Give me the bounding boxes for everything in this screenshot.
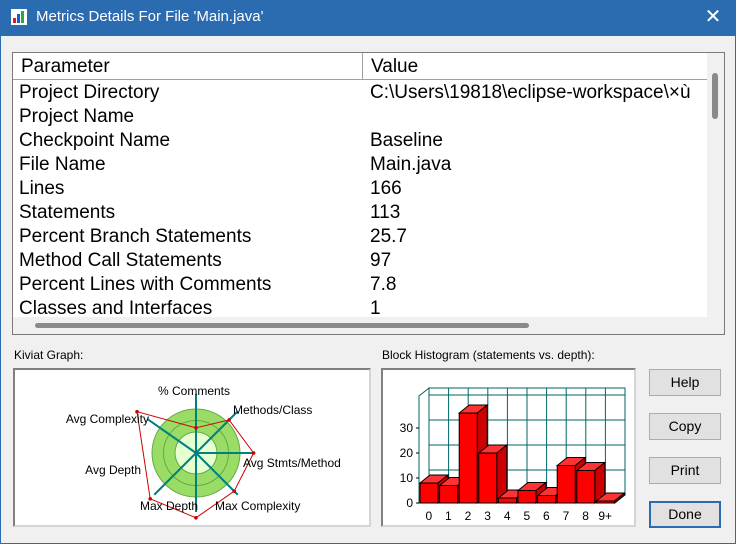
histogram-bar	[537, 495, 557, 504]
table-row[interactable]: Statements 113	[13, 201, 708, 225]
histogram-panel: 0 10 20 30 0 1 2 3 4 5 6 7 8 9+	[381, 368, 636, 527]
kiviat-axis-label: Max Depth	[140, 499, 198, 513]
cell-value: C:\Users\19818\eclipse-workspace\×ù	[370, 82, 691, 103]
kiviat-point	[251, 451, 256, 455]
kiviat-graph: % CommentsMethods/Class Avg Stmts/Method M…	[66, 384, 341, 520]
cell-value: 97	[370, 250, 392, 271]
title-bar: Metrics Details For File 'Main.java' ✕	[0, 0, 736, 36]
histogram-xtick-label: 0	[425, 509, 432, 523]
cell-parameter: Method Call Statements	[19, 250, 222, 271]
table-row[interactable]: Lines 166	[13, 177, 708, 201]
kiviat-point	[194, 516, 198, 520]
histogram-xtick-label: 4	[504, 509, 511, 523]
column-header-value[interactable]: Value	[363, 53, 708, 79]
histogram-label: Block Histogram (statements vs. depth):	[382, 348, 595, 362]
table-row[interactable]: Percent Lines with Comments 7.8	[13, 273, 708, 297]
kiviat-axis-label: Methods/Class	[233, 403, 312, 417]
histogram-xtick-label: 3	[484, 509, 491, 523]
cell-parameter: Percent Lines with Comments	[19, 274, 272, 295]
window-title: Metrics Details For File 'Main.java'	[36, 8, 264, 25]
histogram-bar	[478, 452, 498, 504]
histogram-xtick-label: 6	[543, 509, 550, 523]
histogram-ytick-label: 20	[400, 446, 414, 460]
done-button[interactable]: Done	[649, 501, 721, 528]
kiviat-axis-label: % Comments	[158, 384, 230, 398]
cell-value	[370, 105, 708, 129]
table-row[interactable]: Percent Branch Statements 25.7	[13, 225, 708, 249]
table-row[interactable]: Checkpoint Name Baseline	[13, 129, 708, 153]
cell-value: 25.7	[370, 226, 407, 247]
table-body: Project Directory C:\Users\19818\eclipse-…	[13, 81, 708, 321]
kiviat-label: Kiviat Graph:	[14, 348, 84, 362]
help-button[interactable]: Help	[649, 369, 721, 396]
kiviat-axis-label: Avg Depth	[85, 463, 141, 477]
cell-parameter: Statements	[19, 202, 116, 223]
vertical-scroll-thumb[interactable]	[712, 73, 718, 119]
histogram-xtick-label: 5	[523, 509, 530, 523]
table-row[interactable]: File Name Main.java	[13, 153, 708, 177]
kiviat-point	[227, 418, 231, 422]
column-header-parameter[interactable]: Parameter	[13, 53, 363, 79]
cell-value: 7.8	[370, 274, 397, 295]
cell-value: 113	[370, 202, 401, 223]
histogram-bar	[497, 497, 517, 504]
app-icon	[11, 9, 27, 25]
kiviat-point	[232, 489, 236, 493]
kiviat-axis-label: Avg Stmts/Method	[243, 456, 341, 470]
histogram-bar	[419, 482, 439, 504]
cell-parameter: Project Directory	[19, 82, 160, 103]
table-row[interactable]: Method Call Statements 97	[13, 249, 708, 273]
histogram-bar	[517, 490, 537, 504]
histogram-ytick-label: 10	[400, 471, 414, 485]
kiviat-panel: % Comments Methods/Class Avg Stmts/Method M…	[13, 368, 371, 527]
cell-parameter: Project Name	[19, 106, 135, 127]
cell-value: 166	[370, 178, 402, 199]
histogram-bar	[576, 470, 596, 504]
print-button[interactable]: Print	[649, 457, 721, 484]
table-header: Parameter Value	[13, 53, 708, 80]
kiviat-axis-label: Max Complexity	[215, 499, 300, 513]
horizontal-scroll-thumb[interactable]	[35, 323, 529, 328]
cell-parameter: Checkpoint Name	[19, 130, 171, 151]
histogram-bar	[556, 465, 576, 504]
block-histogram: 01020300 1 2 3 4 5 6 7 8 9+	[400, 386, 627, 523]
histogram-bar	[458, 412, 478, 504]
histogram-xtick-label: 7	[563, 509, 570, 523]
cell-parameter: Lines	[19, 178, 65, 199]
histogram-bar	[595, 500, 615, 504]
metrics-table: Parameter Value Project Directory C:\User…	[12, 52, 725, 335]
table-row[interactable]: Project Name	[13, 105, 708, 129]
vertical-scrollbar[interactable]	[707, 53, 724, 318]
scroll-corner	[707, 317, 724, 334]
histogram-xtick-label: 2	[465, 509, 472, 523]
histogram-ytick-label: 0	[406, 496, 413, 510]
kiviat-point	[194, 426, 198, 430]
copy-button[interactable]: Copy	[649, 413, 721, 440]
table-row[interactable]: Project Directory C:\Users\19818\eclipse-…	[13, 81, 708, 105]
cell-parameter: Percent Branch Statements	[19, 226, 252, 247]
close-icon[interactable]: ✕	[700, 5, 726, 29]
histogram-bar	[439, 485, 459, 504]
histogram-xtick-label: 1	[445, 509, 452, 523]
cell-parameter: File Name	[19, 154, 106, 175]
cell-value: Baseline	[370, 130, 443, 151]
histogram-xtick-label: 9+	[598, 509, 612, 523]
horizontal-scrollbar[interactable]	[13, 317, 708, 334]
histogram-ytick-label: 30	[400, 421, 414, 435]
cell-value: Main.java	[370, 154, 452, 175]
histogram-xtick-label: 8	[582, 509, 589, 523]
kiviat-axis-label: Avg Complexity	[66, 412, 149, 426]
